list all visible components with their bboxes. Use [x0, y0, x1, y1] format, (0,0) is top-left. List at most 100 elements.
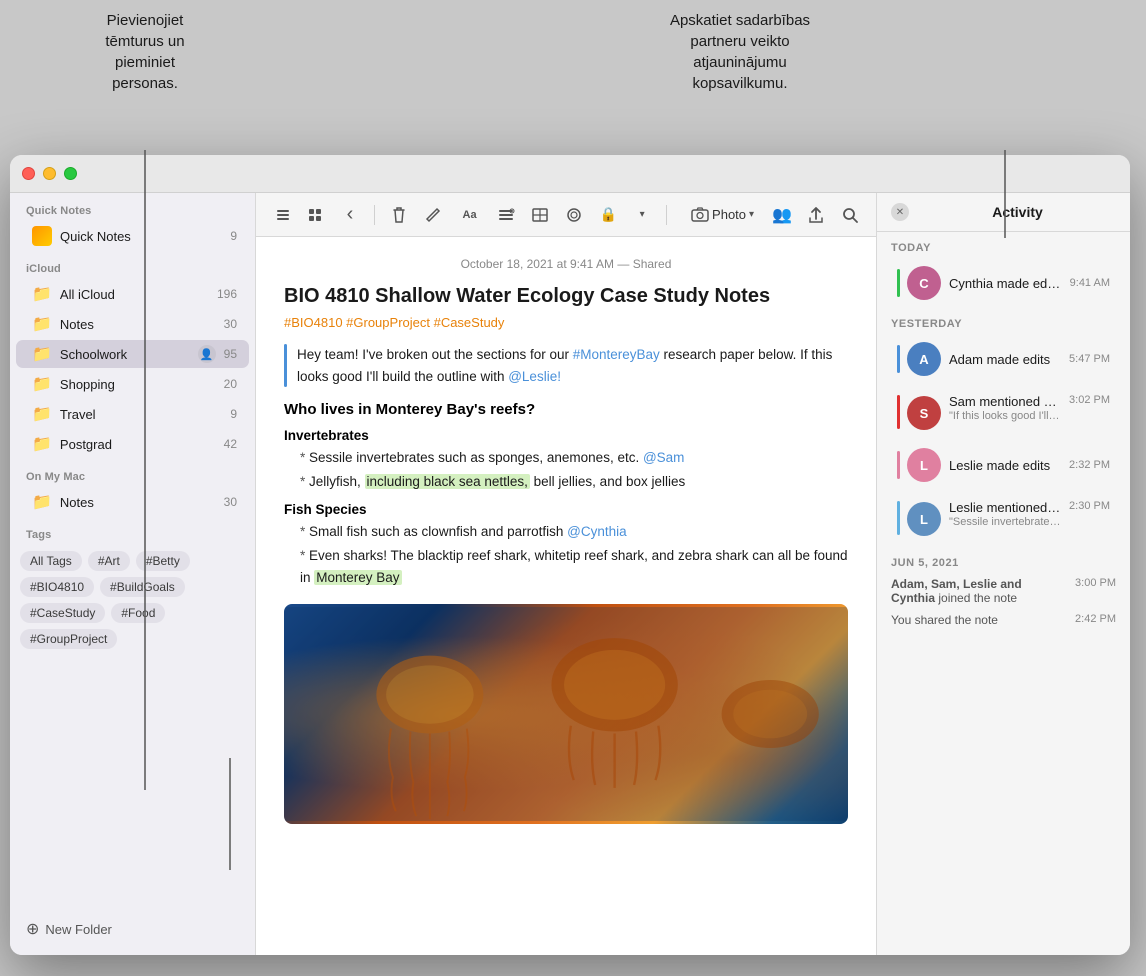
bullet2-highlight: including black sea nettles,	[365, 474, 530, 489]
sidebar-section-quick-notes: Quick Notes	[10, 193, 255, 221]
bar-green	[897, 269, 900, 297]
folder-icon-blue: 📁	[32, 492, 52, 512]
toolbar: ‹ Aa	[256, 193, 876, 237]
sidebar-postgrad-count: 42	[224, 437, 237, 451]
minimize-button[interactable]	[43, 167, 56, 180]
note-area: ‹ Aa	[256, 193, 876, 955]
tag-buildgoals[interactable]: #BuildGoals	[100, 577, 185, 597]
grid-view-button[interactable]	[300, 201, 330, 229]
bullet3-text: Small fish such as clownfish and parrotf…	[309, 524, 567, 539]
new-folder-button[interactable]: ⊕ New Folder	[10, 913, 255, 945]
activity-close-button[interactable]: ✕	[891, 203, 909, 221]
sidebar-travel-count: 9	[230, 407, 237, 421]
activity-adam-name: Adam made edits	[949, 352, 1061, 367]
sidebar-section-mac: On My Mac	[10, 459, 255, 487]
lock-chevron[interactable]: ▾	[628, 201, 656, 229]
note-intro-block: Hey team! I've broken out the sections f…	[284, 344, 848, 387]
checklist-button[interactable]	[492, 201, 520, 229]
note-editor[interactable]: October 18, 2021 at 9:41 AM — Shared BIO…	[256, 237, 876, 955]
annotation-top-left: Pievienojiet tēmturus un pieminiet perso…	[60, 10, 230, 94]
activity-item-inner: L Leslie made edits 2:32 PM	[897, 448, 1110, 482]
tag-art[interactable]: #Art	[88, 551, 130, 571]
note-hashtags: #BIO4810 #GroupProject #CaseStudy	[284, 315, 848, 330]
sidebar-item-quick-notes[interactable]: Quick Notes 9	[16, 222, 249, 250]
quick-notes-icon	[32, 226, 52, 246]
fullscreen-button[interactable]	[64, 167, 77, 180]
activity-leslie-mention-time: 2:30 PM	[1069, 500, 1110, 512]
format-button[interactable]	[560, 201, 588, 229]
compose-button[interactable]	[419, 201, 447, 229]
activity-joined-time: 3:00 PM	[1075, 577, 1116, 605]
activity-body: TODAY C Cynthia made ed… 9:41 AM YESTERD…	[877, 232, 1130, 955]
note-left-border	[284, 344, 287, 387]
activity-item-cynthia[interactable]: C Cynthia made ed… 9:41 AM	[883, 259, 1124, 307]
activity-leslie-edits-time: 2:32 PM	[1069, 459, 1110, 471]
activity-item-sam[interactable]: S Sam mentioned L… "If this looks good I…	[883, 384, 1124, 440]
activity-item-inner: A Adam made edits 5:47 PM	[897, 342, 1110, 376]
list-view-button[interactable]	[268, 201, 298, 229]
activity-cynthia-name: Cynthia made ed…	[949, 276, 1062, 291]
photo-button[interactable]: Photo ▾	[683, 203, 762, 227]
activity-item-inner: C Cynthia made ed… 9:41 AM	[897, 266, 1110, 300]
sidebar-shopping-label: Shopping	[60, 377, 216, 392]
sidebar-section-icloud: iCloud	[10, 251, 255, 279]
sidebar-shopping-count: 20	[224, 377, 237, 391]
table-button[interactable]	[526, 201, 554, 229]
back-button[interactable]: ‹	[336, 201, 364, 229]
share-button[interactable]	[802, 201, 830, 229]
activity-title: Activity	[919, 204, 1116, 220]
bullet2-post: bell jellies, and box jellies	[530, 474, 685, 489]
folder-icon: 📁	[32, 284, 52, 304]
close-button[interactable]	[22, 167, 35, 180]
shared-icon: 👤	[198, 345, 216, 363]
tag-food[interactable]: #Food	[111, 603, 165, 623]
activity-cynthia-time: 9:41 AM	[1070, 277, 1110, 289]
photo-chevron-icon: ▾	[749, 209, 754, 220]
activity-leslie-edits-info: Leslie made edits	[949, 458, 1061, 473]
font-button[interactable]: Aa	[453, 201, 487, 229]
folder-icon: 📁	[32, 404, 52, 424]
sidebar-item-schoolwork[interactable]: 📁 Schoolwork 👤 95	[16, 340, 249, 368]
avatar-cynthia: C	[907, 266, 941, 300]
tag-all-tags[interactable]: All Tags	[20, 551, 82, 571]
tag-casestudy[interactable]: #CaseStudy	[20, 603, 105, 623]
sidebar-item-postgrad[interactable]: 📁 Postgrad 42	[16, 430, 249, 458]
sidebar-item-travel[interactable]: 📁 Travel 9	[16, 400, 249, 428]
sidebar-item-shopping[interactable]: 📁 Shopping 20	[16, 370, 249, 398]
collab-button[interactable]: 👥	[768, 201, 796, 229]
tag-groupproject[interactable]: #GroupProject	[20, 629, 117, 649]
note-monterey-link[interactable]: #MontereyBay	[573, 347, 660, 362]
note-subheading-2: Fish Species	[284, 502, 848, 517]
delete-button[interactable]	[385, 201, 413, 229]
activity-adam-info: Adam made edits	[949, 352, 1061, 367]
note-title: BIO 4810 Shallow Water Ecology Case Stud…	[284, 283, 848, 309]
quick-notes-count: 9	[230, 229, 237, 243]
activity-item-adam[interactable]: A Adam made edits 5:47 PM	[883, 335, 1124, 383]
tag-bio4810[interactable]: #BIO4810	[20, 577, 94, 597]
left-accent	[257, 349, 260, 955]
main-window: Quick Notes Quick Notes 9 iCloud 📁 All i…	[10, 155, 1130, 955]
activity-item-leslie-edits[interactable]: L Leslie made edits 2:32 PM	[883, 441, 1124, 489]
avatar-leslie-pink: L	[907, 448, 941, 482]
activity-item-leslie-mention[interactable]: L Leslie mentioned… "Sessile invertebrat…	[883, 490, 1124, 546]
close-icon: ✕	[896, 207, 904, 218]
note-subheading-1: Invertebrates	[284, 428, 848, 443]
lock-button[interactable]: 🔒	[594, 201, 622, 229]
activity-leslie-edits-name: Leslie made edits	[949, 458, 1061, 473]
sidebar: Quick Notes Quick Notes 9 iCloud 📁 All i…	[10, 193, 256, 955]
sidebar-travel-label: Travel	[60, 407, 222, 422]
traffic-lights	[22, 167, 77, 180]
main-content: Quick Notes Quick Notes 9 iCloud 📁 All i…	[10, 193, 1130, 955]
folder-icon: 📁	[32, 434, 52, 454]
activity-leslie-mention-preview: "Sessile invertebrates…	[949, 516, 1061, 528]
tag-betty[interactable]: #Betty	[136, 551, 190, 571]
sidebar-item-all-icloud[interactable]: 📁 All iCloud 196	[16, 280, 249, 308]
activity-sam-info: Sam mentioned L… "If this looks good I'l…	[949, 394, 1061, 422]
search-button[interactable]	[836, 201, 864, 229]
sidebar-item-notes-icloud[interactable]: 📁 Notes 30	[16, 310, 249, 338]
note-bullet-2: Small fish such as clownfish and parrotf…	[284, 521, 848, 588]
note-leslie-mention: @Leslie!	[508, 369, 561, 384]
sidebar-item-notes-mac[interactable]: 📁 Notes 30	[16, 488, 249, 516]
bar-lblue	[897, 501, 900, 535]
bullet2-pre: Jellyfish,	[309, 474, 365, 489]
